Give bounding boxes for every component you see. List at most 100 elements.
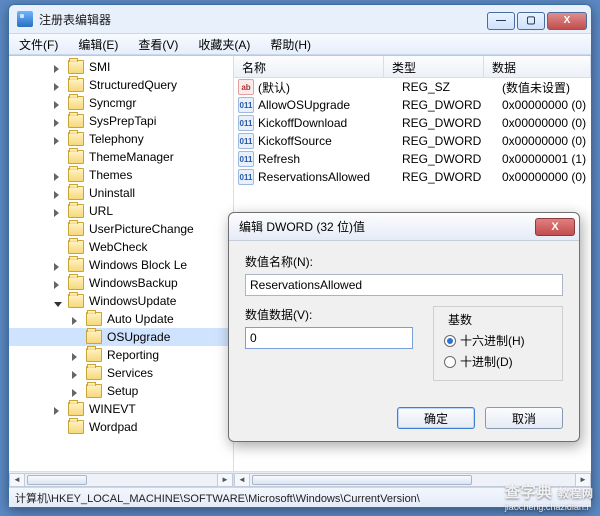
scroll-track[interactable] xyxy=(25,473,217,487)
tree-item[interactable]: URL xyxy=(9,202,233,220)
folder-icon xyxy=(86,384,102,398)
folder-icon xyxy=(86,330,102,344)
col-name[interactable]: 名称 xyxy=(234,56,384,77)
expand-icon[interactable] xyxy=(54,62,65,73)
value-data-label: 数值数据(V): xyxy=(245,306,413,323)
close-button[interactable]: X xyxy=(547,12,587,30)
tree-hscroll[interactable]: ◄ ► xyxy=(9,471,233,487)
tree-item[interactable]: Setup xyxy=(9,382,233,400)
tree-item-label: SysPrepTapi xyxy=(87,113,158,129)
expand-icon[interactable] xyxy=(54,188,65,199)
value-name: KickoffDownload xyxy=(258,116,402,130)
titlebar[interactable]: 注册表编辑器 — ▢ X xyxy=(9,5,591,33)
tree-item-label: ThemeManager xyxy=(87,149,176,165)
tree-item[interactable]: SysPrepTapi xyxy=(9,112,233,130)
expand-icon[interactable] xyxy=(54,404,65,415)
value-type: REG_DWORD xyxy=(402,152,502,166)
collapse-icon[interactable] xyxy=(54,296,65,307)
folder-icon xyxy=(68,114,84,128)
tree-item[interactable]: OSUpgrade xyxy=(9,328,233,346)
dialog-body: 数值名称(N): 数值数据(V): 基数 十六进制(H) 十进制(D) xyxy=(229,241,579,407)
value-row[interactable]: 011AllowOSUpgradeREG_DWORD0x00000000 (0) xyxy=(234,96,591,114)
column-headers: 名称 类型 数据 xyxy=(234,56,591,78)
watermark-tag: 教程网 xyxy=(558,488,594,500)
expand-icon[interactable] xyxy=(72,368,83,379)
tree-item[interactable]: Syncmgr xyxy=(9,94,233,112)
value-data: 0x00000000 (0) xyxy=(502,98,591,112)
tree-item[interactable]: WindowsBackup xyxy=(9,274,233,292)
scroll-left-button[interactable]: ◄ xyxy=(234,473,250,487)
dialog-close-button[interactable]: X xyxy=(535,218,575,236)
tree-item[interactable]: StructuredQuery xyxy=(9,76,233,94)
menu-view[interactable]: 查看(V) xyxy=(128,36,188,53)
col-data[interactable]: 数据 xyxy=(484,56,591,77)
tree-item[interactable]: Themes xyxy=(9,166,233,184)
maximize-button[interactable]: ▢ xyxy=(517,12,545,30)
tree-item[interactable]: Reporting xyxy=(9,346,233,364)
value-name: KickoffSource xyxy=(258,134,402,148)
value-type: REG_DWORD xyxy=(402,98,502,112)
value-row[interactable]: ab(默认)REG_SZ(数值未设置) xyxy=(234,78,591,96)
watermark-text: 查字典 xyxy=(505,484,553,501)
expand-icon[interactable] xyxy=(54,206,65,217)
folder-icon xyxy=(68,132,84,146)
menu-help[interactable]: 帮助(H) xyxy=(260,36,321,53)
scroll-right-button[interactable]: ► xyxy=(217,473,233,487)
value-data-field[interactable] xyxy=(245,327,413,349)
radio-hex[interactable]: 十六进制(H) xyxy=(444,332,552,349)
dialog-titlebar[interactable]: 编辑 DWORD (32 位)值 X xyxy=(229,213,579,241)
value-row[interactable]: 011KickoffDownloadREG_DWORD0x00000000 (0… xyxy=(234,114,591,132)
expand-icon[interactable] xyxy=(54,134,65,145)
tree-pane: SMIStructuredQuerySyncmgrSysPrepTapiTele… xyxy=(9,56,234,487)
tree-item-label: Services xyxy=(105,365,155,381)
tree-item-label: Auto Update xyxy=(105,311,176,327)
expand-icon[interactable] xyxy=(72,314,83,325)
no-expand-icon xyxy=(54,152,65,163)
expand-icon[interactable] xyxy=(54,80,65,91)
tree-item[interactable]: ThemeManager xyxy=(9,148,233,166)
expand-icon[interactable] xyxy=(72,350,83,361)
menu-edit[interactable]: 编辑(E) xyxy=(68,36,128,53)
menu-file[interactable]: 文件(F) xyxy=(9,36,68,53)
folder-icon xyxy=(68,96,84,110)
tree-item[interactable]: Uninstall xyxy=(9,184,233,202)
expand-icon[interactable] xyxy=(54,278,65,289)
folder-icon xyxy=(68,402,84,416)
edit-dword-dialog: 编辑 DWORD (32 位)值 X 数值名称(N): 数值数据(V): 基数 … xyxy=(228,212,580,442)
radio-hex-label: 十六进制(H) xyxy=(460,332,525,349)
dword-value-icon: 011 xyxy=(238,133,254,149)
tree-item[interactable]: Auto Update xyxy=(9,310,233,328)
ok-button[interactable]: 确定 xyxy=(397,407,475,429)
scroll-left-button[interactable]: ◄ xyxy=(9,473,25,487)
minimize-button[interactable]: — xyxy=(487,12,515,30)
expand-icon[interactable] xyxy=(72,386,83,397)
tree-item[interactable]: WINEVT xyxy=(9,400,233,418)
col-type[interactable]: 类型 xyxy=(384,56,484,77)
tree-item[interactable]: WebCheck xyxy=(9,238,233,256)
folder-icon xyxy=(86,348,102,362)
expand-icon[interactable] xyxy=(54,170,65,181)
scroll-thumb[interactable] xyxy=(252,475,472,485)
dword-value-icon: 011 xyxy=(238,115,254,131)
tree-item[interactable]: SMI xyxy=(9,58,233,76)
tree-item[interactable]: UserPictureChange xyxy=(9,220,233,238)
value-row[interactable]: 011KickoffSourceREG_DWORD0x00000000 (0) xyxy=(234,132,591,150)
expand-icon[interactable] xyxy=(54,260,65,271)
cancel-button[interactable]: 取消 xyxy=(485,407,563,429)
value-row[interactable]: 011ReservationsAllowedREG_DWORD0x0000000… xyxy=(234,168,591,186)
tree[interactable]: SMIStructuredQuerySyncmgrSysPrepTapiTele… xyxy=(9,56,233,471)
expand-icon[interactable] xyxy=(54,116,65,127)
radio-dec[interactable]: 十进制(D) xyxy=(444,353,552,370)
expand-icon[interactable] xyxy=(54,98,65,109)
value-name-field[interactable] xyxy=(245,274,563,296)
tree-item[interactable]: Services xyxy=(9,364,233,382)
tree-item[interactable]: WindowsUpdate xyxy=(9,292,233,310)
tree-item[interactable]: Wordpad xyxy=(9,418,233,436)
folder-icon xyxy=(68,240,84,254)
tree-item[interactable]: Windows Block Le xyxy=(9,256,233,274)
value-row[interactable]: 011RefreshREG_DWORD0x00000001 (1) xyxy=(234,150,591,168)
menu-favorites[interactable]: 收藏夹(A) xyxy=(188,36,260,53)
scroll-thumb[interactable] xyxy=(27,475,87,485)
tree-item[interactable]: Telephony xyxy=(9,130,233,148)
value-name: AllowOSUpgrade xyxy=(258,98,402,112)
